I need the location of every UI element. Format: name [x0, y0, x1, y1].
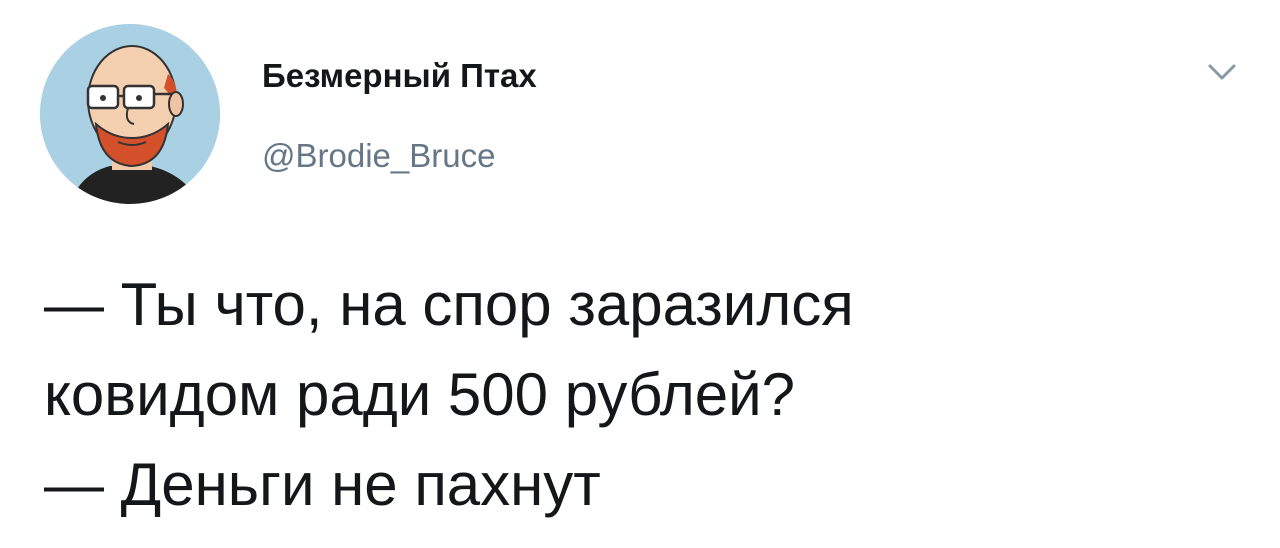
- author-display-name[interactable]: Безмерный Птах: [262, 56, 537, 96]
- tweet-card: Безмерный Птах @Brodie_Bruce — Ты что, н…: [0, 0, 1280, 548]
- tweet-text-line: — Ты что, на спор заразился: [44, 271, 854, 338]
- tweet-text-line: ковидом ради 500 рублей?: [44, 361, 795, 428]
- tweet-menu-button[interactable]: [1202, 56, 1242, 92]
- cartoon-man-avatar-icon: [40, 24, 220, 204]
- tweet-text-line: — Деньги не пахнут: [44, 451, 601, 518]
- chevron-down-icon: [1208, 64, 1236, 80]
- author-avatar[interactable]: [40, 24, 220, 204]
- tweet-text: — Ты что, на спор заразился ковидом ради…: [44, 260, 1244, 530]
- author-username[interactable]: @Brodie_Bruce: [262, 136, 495, 176]
